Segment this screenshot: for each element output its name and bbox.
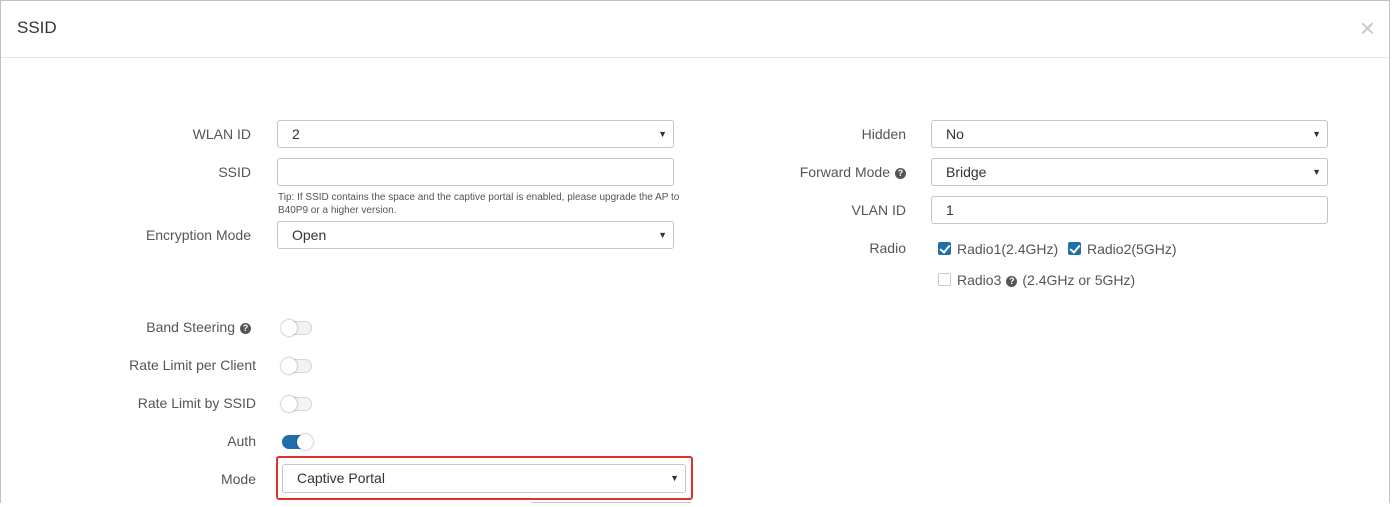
chevron-down-icon: ▼ bbox=[658, 230, 667, 240]
wlan-id-value: 2 bbox=[292, 126, 300, 142]
radio3-label-group: Radio3? (2.4GHz or 5GHz) bbox=[957, 272, 1135, 288]
band-steering-label: Band Steering? bbox=[146, 319, 251, 335]
ssid-modal: SSID × WLAN ID 2 ▼ SSID Tip: If SSID con… bbox=[0, 0, 1390, 503]
band-steering-label-text: Band Steering bbox=[146, 319, 235, 335]
wlan-id-label: WLAN ID bbox=[192, 126, 251, 142]
hidden-select[interactable]: No ▼ bbox=[931, 120, 1328, 148]
wlan-id-select[interactable]: 2 ▼ bbox=[277, 120, 674, 148]
radio2-label: Radio2(5GHz) bbox=[1087, 241, 1177, 257]
radio1-label: Radio1(2.4GHz) bbox=[957, 241, 1059, 257]
encryption-mode-select[interactable]: Open ▼ bbox=[277, 221, 674, 249]
chevron-down-icon: ▼ bbox=[1312, 167, 1321, 177]
forward-mode-value: Bridge bbox=[946, 164, 987, 180]
highlight-box bbox=[276, 456, 693, 500]
help-icon[interactable]: ? bbox=[1006, 276, 1018, 287]
encryption-mode-label: Encryption Mode bbox=[145, 227, 251, 243]
radio3-checkbox[interactable] bbox=[938, 273, 951, 286]
help-icon[interactable]: ? bbox=[240, 323, 251, 334]
ssid-label: SSID bbox=[218, 164, 251, 180]
chevron-down-icon: ▼ bbox=[658, 129, 667, 139]
encryption-mode-value: Open bbox=[292, 227, 327, 243]
chevron-down-icon: ▼ bbox=[1312, 129, 1321, 139]
hidden-label: Hidden bbox=[861, 126, 906, 142]
rate-limit-client-label: Rate Limit per Client bbox=[129, 357, 256, 373]
help-icon[interactable]: ? bbox=[895, 168, 906, 179]
radio3-label: Radio3 bbox=[957, 272, 1002, 288]
vlan-id-input[interactable]: 1 bbox=[931, 196, 1328, 224]
radio-label: Radio bbox=[869, 240, 906, 256]
forward-mode-select[interactable]: Bridge ▼ bbox=[931, 158, 1328, 186]
vlan-id-label: VLAN ID bbox=[851, 202, 906, 218]
close-icon[interactable]: × bbox=[1360, 13, 1375, 43]
rate-limit-ssid-toggle[interactable] bbox=[281, 396, 312, 412]
mode-label: Mode bbox=[220, 471, 256, 487]
ssid-input[interactable] bbox=[277, 158, 674, 186]
auth-toggle[interactable] bbox=[282, 434, 313, 450]
rate-limit-ssid-label: Rate Limit by SSID bbox=[137, 395, 256, 411]
forward-mode-label-text: Forward Mode bbox=[799, 164, 890, 180]
radio3-suffix: (2.4GHz or 5GHz) bbox=[1022, 272, 1136, 288]
modal-header: SSID × bbox=[1, 1, 1389, 58]
modal-title: SSID bbox=[17, 18, 57, 37]
forward-mode-label: Forward Mode? bbox=[800, 164, 906, 180]
auth-label: Auth bbox=[227, 433, 256, 449]
radio1-checkbox[interactable] bbox=[938, 242, 951, 255]
rate-limit-client-toggle[interactable] bbox=[281, 358, 312, 374]
radio2-checkbox[interactable] bbox=[1068, 242, 1081, 255]
vlan-id-value: 1 bbox=[946, 202, 954, 218]
toggle-knob bbox=[281, 396, 297, 412]
toggle-knob bbox=[281, 320, 297, 336]
ssid-tip: Tip: If SSID contains the space and the … bbox=[278, 192, 680, 216]
toggle-knob bbox=[297, 434, 313, 450]
toggle-knob bbox=[281, 358, 297, 374]
hidden-value: No bbox=[946, 126, 964, 142]
band-steering-toggle[interactable] bbox=[281, 320, 312, 336]
